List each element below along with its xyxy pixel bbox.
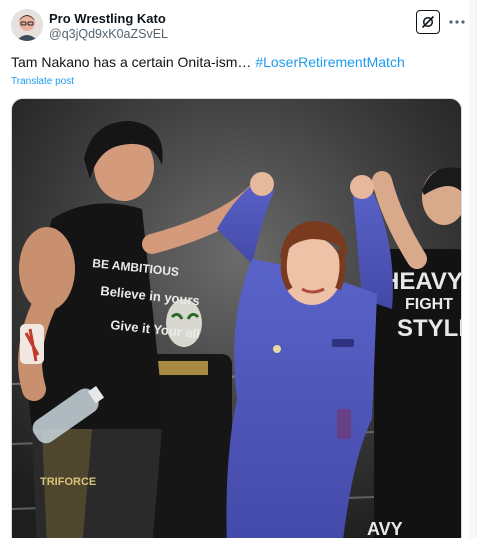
author-handle[interactable]: @q3jQd9xK0aZSvEL: [49, 27, 168, 41]
right-shirt-line-1: HEAVY: [382, 268, 462, 295]
post-body: Tam Nakano has a certain Onita-ism…: [11, 54, 256, 70]
author-avatar[interactable]: [11, 9, 43, 41]
more-dots-icon: [449, 20, 465, 24]
hashtag-link[interactable]: #LoserRetirementMatch: [255, 54, 404, 70]
avatar-image: [11, 9, 43, 41]
post-text: Tam Nakano has a certain Onita-ism… #Los…: [11, 54, 405, 70]
grok-icon: [421, 15, 435, 29]
post-card: Pro Wrestling Kato @q3jQd9xK0aZSvEL Tam …: [0, 0, 477, 538]
right-shirt-bottom: AVY: [367, 519, 403, 538]
bottle-shorts-text: TRIFORCE: [40, 476, 96, 488]
author-display-name[interactable]: Pro Wrestling Kato: [49, 11, 166, 26]
right-shirt-line-2: FIGHT: [405, 296, 453, 313]
wrestling-photo: HEAVY FIGHT STYLE AVY BE AMBITIOUS Belie…: [12, 99, 462, 538]
translate-post-link[interactable]: Translate post: [11, 76, 74, 87]
post-photo[interactable]: HEAVY FIGHT STYLE AVY BE AMBITIOUS Belie…: [11, 98, 462, 538]
grok-button[interactable]: [416, 10, 440, 34]
right-shirt-line-3: STYLE: [397, 315, 462, 342]
more-options-button[interactable]: [447, 10, 467, 34]
page-scroll-edge: [469, 0, 476, 538]
